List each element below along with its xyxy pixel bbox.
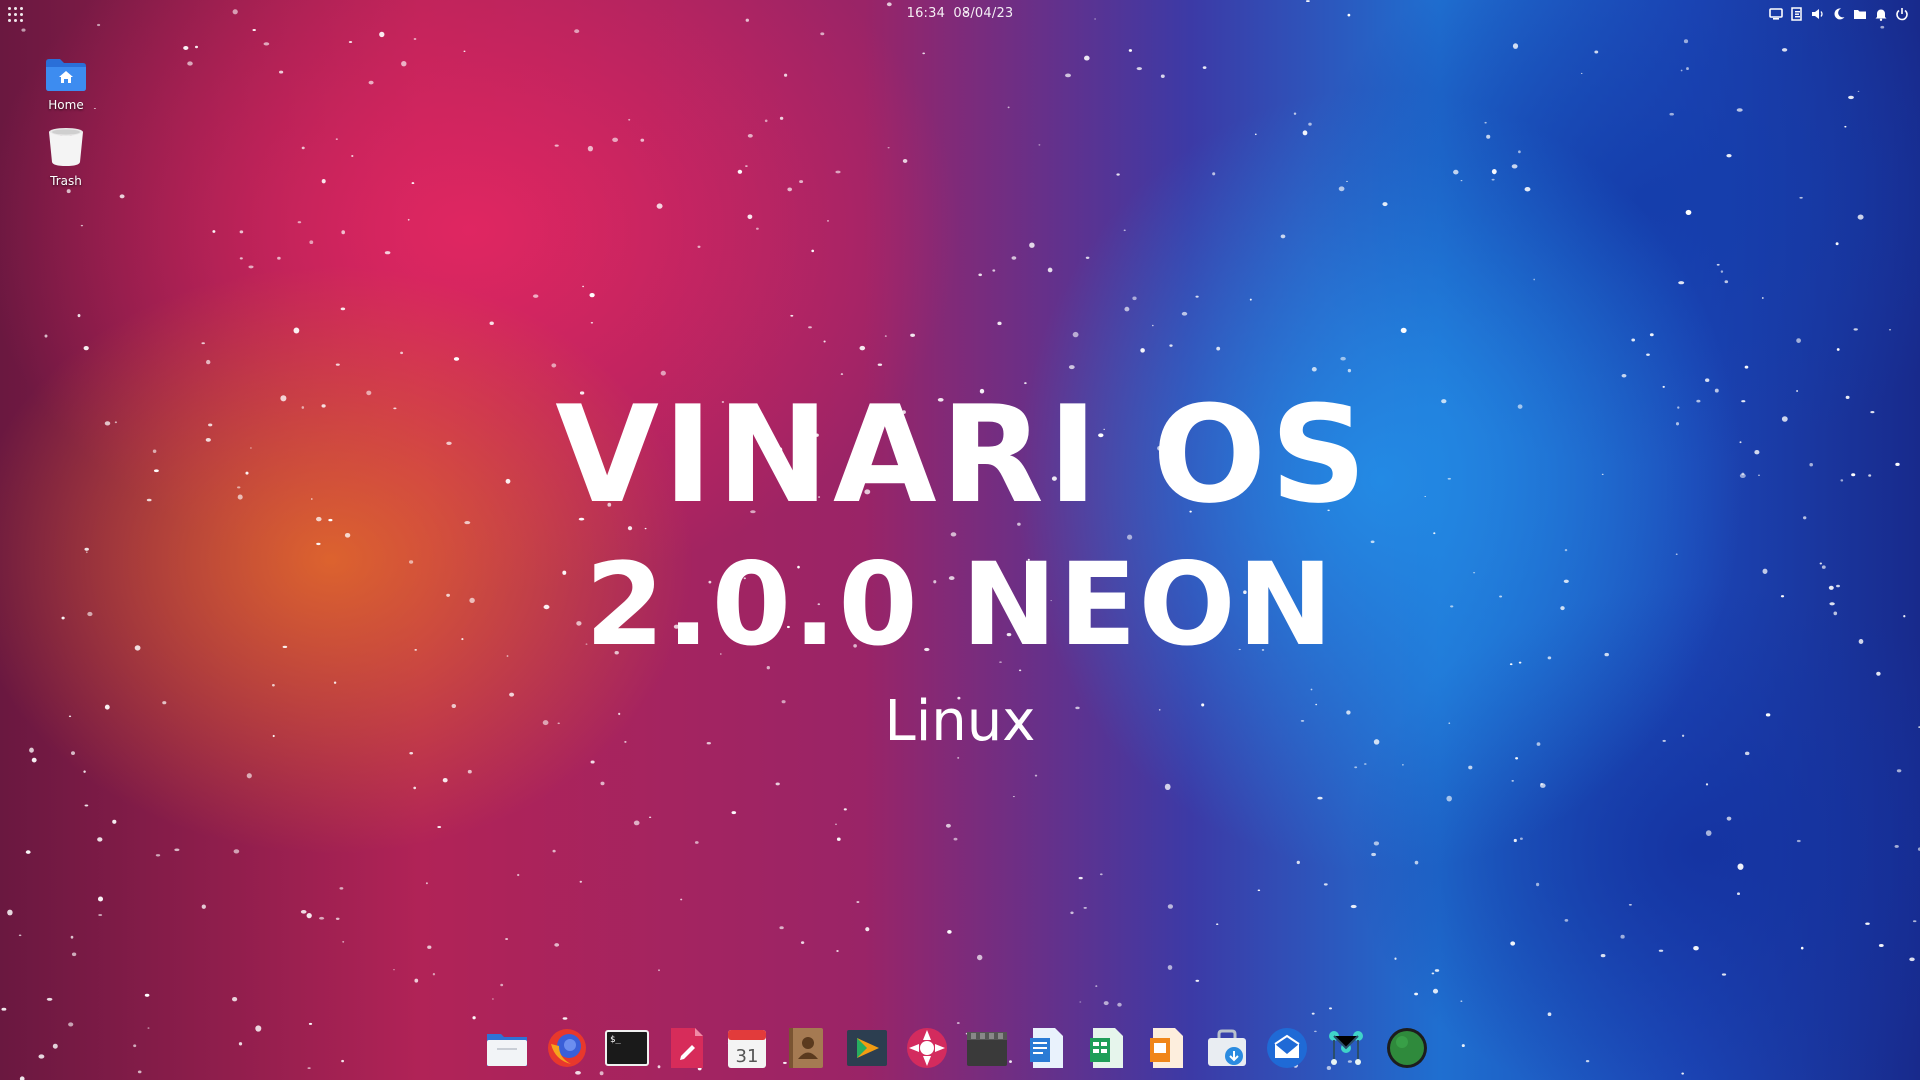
desktop[interactable]: 16:34 08/04/23 Home Trash VINARI OS 2.0.… xyxy=(0,0,1920,1080)
notification-bell-icon[interactable] xyxy=(1873,6,1889,22)
firefox-icon[interactable] xyxy=(545,1026,589,1070)
writer-icon[interactable] xyxy=(1025,1026,1069,1070)
terminal-icon[interactable]: $_ xyxy=(605,1026,649,1070)
title-subtitle: Linux xyxy=(884,689,1036,754)
svg-text:$_: $_ xyxy=(610,1035,621,1045)
globe-icon[interactable] xyxy=(1385,1026,1429,1070)
contacts-icon[interactable] xyxy=(785,1026,829,1070)
code-editor-icon[interactable] xyxy=(845,1026,889,1070)
volume-icon[interactable] xyxy=(1810,6,1826,22)
media-player-icon[interactable] xyxy=(905,1026,949,1070)
clock[interactable]: 16:34 08/04/23 xyxy=(0,6,1920,21)
wallpaper-title: VINARI OS 2.0.0 NEON Linux xyxy=(0,377,1920,754)
mail-icon[interactable] xyxy=(1265,1026,1309,1070)
files-icon[interactable] xyxy=(485,1026,529,1070)
title-version: 2.0.0 NEON xyxy=(585,538,1335,671)
text-editor-icon[interactable] xyxy=(665,1026,709,1070)
video-editor-icon[interactable] xyxy=(965,1026,1009,1070)
software-center-icon[interactable] xyxy=(1205,1026,1249,1070)
calendar-day: 31 xyxy=(736,1046,759,1067)
trash-icon xyxy=(49,128,83,166)
desktop-icon-trash[interactable]: Trash xyxy=(26,126,106,188)
power-icon[interactable] xyxy=(1894,6,1910,22)
keyboard-layout-icon[interactable] xyxy=(1789,6,1805,22)
folder-icon[interactable] xyxy=(1852,6,1868,22)
system-tray xyxy=(1768,6,1910,22)
home-folder-icon xyxy=(46,59,86,91)
spreadsheet-icon[interactable] xyxy=(1085,1026,1129,1070)
home-label: Home xyxy=(48,98,84,112)
clock-date: 08/04/23 xyxy=(953,6,1014,21)
clock-time: 16:34 xyxy=(906,6,946,21)
calendar-icon[interactable]: 31 xyxy=(725,1026,769,1070)
display-icon[interactable] xyxy=(1768,6,1784,22)
trash-label: Trash xyxy=(50,174,82,188)
title-os-name: VINARI OS xyxy=(555,377,1371,533)
night-mode-icon[interactable] xyxy=(1831,6,1847,22)
desktop-icon-home[interactable]: Home xyxy=(26,56,106,112)
presentation-icon[interactable] xyxy=(1145,1026,1189,1070)
settings-nodes-icon[interactable] xyxy=(1325,1026,1369,1070)
top-panel: 16:34 08/04/23 xyxy=(0,0,1920,30)
dock: $_ 31 xyxy=(485,1026,1429,1070)
